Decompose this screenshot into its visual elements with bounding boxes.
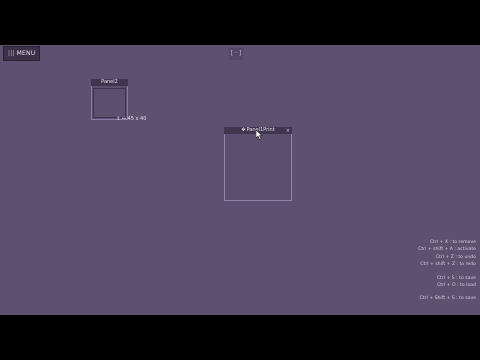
panel-title: Panel2 — [101, 79, 118, 85]
help-line: Ctrl + Z : to undo — [435, 254, 476, 260]
panel-body — [93, 88, 126, 118]
menu-button[interactable]: ||| MENU — [3, 46, 41, 61]
mouse-cursor-icon — [256, 130, 263, 140]
help-line: Ctrl + S : to save — [436, 275, 476, 281]
resize-readout: ↕ ↔ 45 x 40 — [116, 116, 147, 122]
help-line: Ctrl + X : to remove — [429, 240, 476, 245]
workspace-canvas[interactable]: ||| MENU [ · ] Panel2 ↕ ↔ 45 x 40 ✥Panel1… — [0, 45, 480, 315]
help-line: Ctrl + O : to load — [437, 283, 476, 289]
help-line: Ctrl + shift + A : activate — [418, 247, 476, 253]
shortcut-help: Ctrl + X : to remove Ctrl + shift + A : … — [356, 239, 476, 303]
letterbox-bottom — [0, 315, 480, 360]
menu-label: MENU — [16, 50, 36, 57]
panel-panel2[interactable]: Panel2 — [91, 79, 128, 120]
help-line: Ctrl + Shift + S : to save — [419, 296, 476, 302]
close-icon[interactable]: × — [286, 128, 290, 135]
move-icon[interactable]: ✥ — [241, 127, 245, 133]
menu-bars-icon: ||| — [8, 50, 15, 57]
help-line: Ctrl + shift + Z : to redo — [420, 262, 476, 268]
top-indicator[interactable]: [ · ] — [229, 48, 243, 60]
panel-titlebar[interactable]: Panel2 — [91, 79, 128, 86]
letterbox-top — [0, 0, 480, 45]
